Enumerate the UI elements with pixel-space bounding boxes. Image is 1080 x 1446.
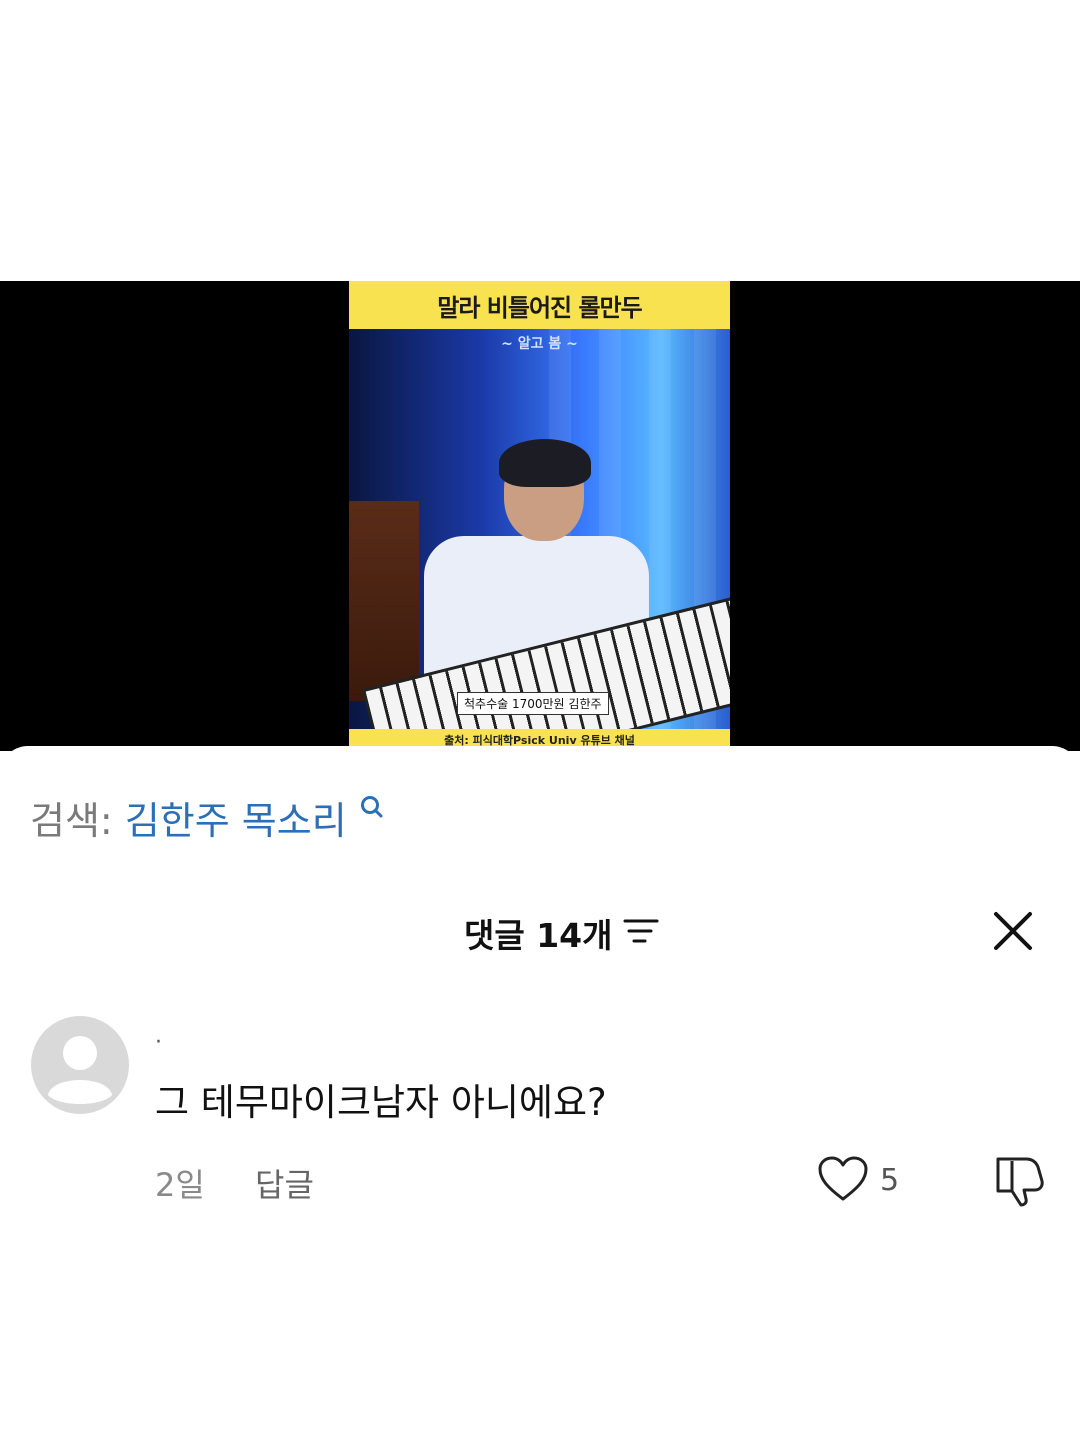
thumbnail-subtag: ~ 알고 봄 ~ xyxy=(501,336,578,352)
search-label: 검색: xyxy=(30,799,113,843)
thumbnail-title: 말라 비틀어진 롤만두 xyxy=(437,293,642,322)
thumbnail-banner: 말라 비틀어진 롤만두 xyxy=(349,281,730,329)
comment-text: 그 테무마이크남자 아니에요? xyxy=(155,1081,607,1124)
thumbs-down-icon[interactable] xyxy=(990,1155,1046,1207)
comments-header: 댓글 14개 xyxy=(0,905,1080,955)
video-thumbnail: 말라 비틀어진 롤만두 ~ 알고 봄 ~ 척추수술 1700만원 김한주 출처:… xyxy=(349,281,730,751)
default-avatar-icon[interactable] xyxy=(30,1015,130,1115)
comments-count-title: 댓글 14개 xyxy=(464,916,613,955)
close-icon[interactable] xyxy=(988,906,1038,956)
sort-icon[interactable] xyxy=(623,918,659,944)
search-icon[interactable] xyxy=(359,794,385,824)
comment-item: · 그 테무마이크남자 아니에요? 2일 답글 5 xyxy=(0,1010,1080,1210)
person-hair xyxy=(499,439,591,487)
search-suggestion[interactable]: 검색: 김한주 목소리 xyxy=(30,790,385,845)
search-query-link[interactable]: 김한주 목소리 xyxy=(125,799,347,843)
heart-icon[interactable] xyxy=(817,1155,869,1203)
wood-panel xyxy=(349,501,419,701)
reply-button[interactable]: 답글 xyxy=(255,1160,314,1206)
comment-timestamp: 2일 xyxy=(155,1166,205,1204)
thumbnail-caption: 척추수술 1700만원 김한주 xyxy=(457,692,609,715)
video-player[interactable]: 말라 비틀어진 롤만두 ~ 알고 봄 ~ 척추수술 1700만원 김한주 출처:… xyxy=(0,281,1080,751)
like-count: 5 xyxy=(880,1163,900,1198)
top-blank-area xyxy=(0,0,1080,281)
comment-author[interactable]: · xyxy=(155,1030,162,1055)
